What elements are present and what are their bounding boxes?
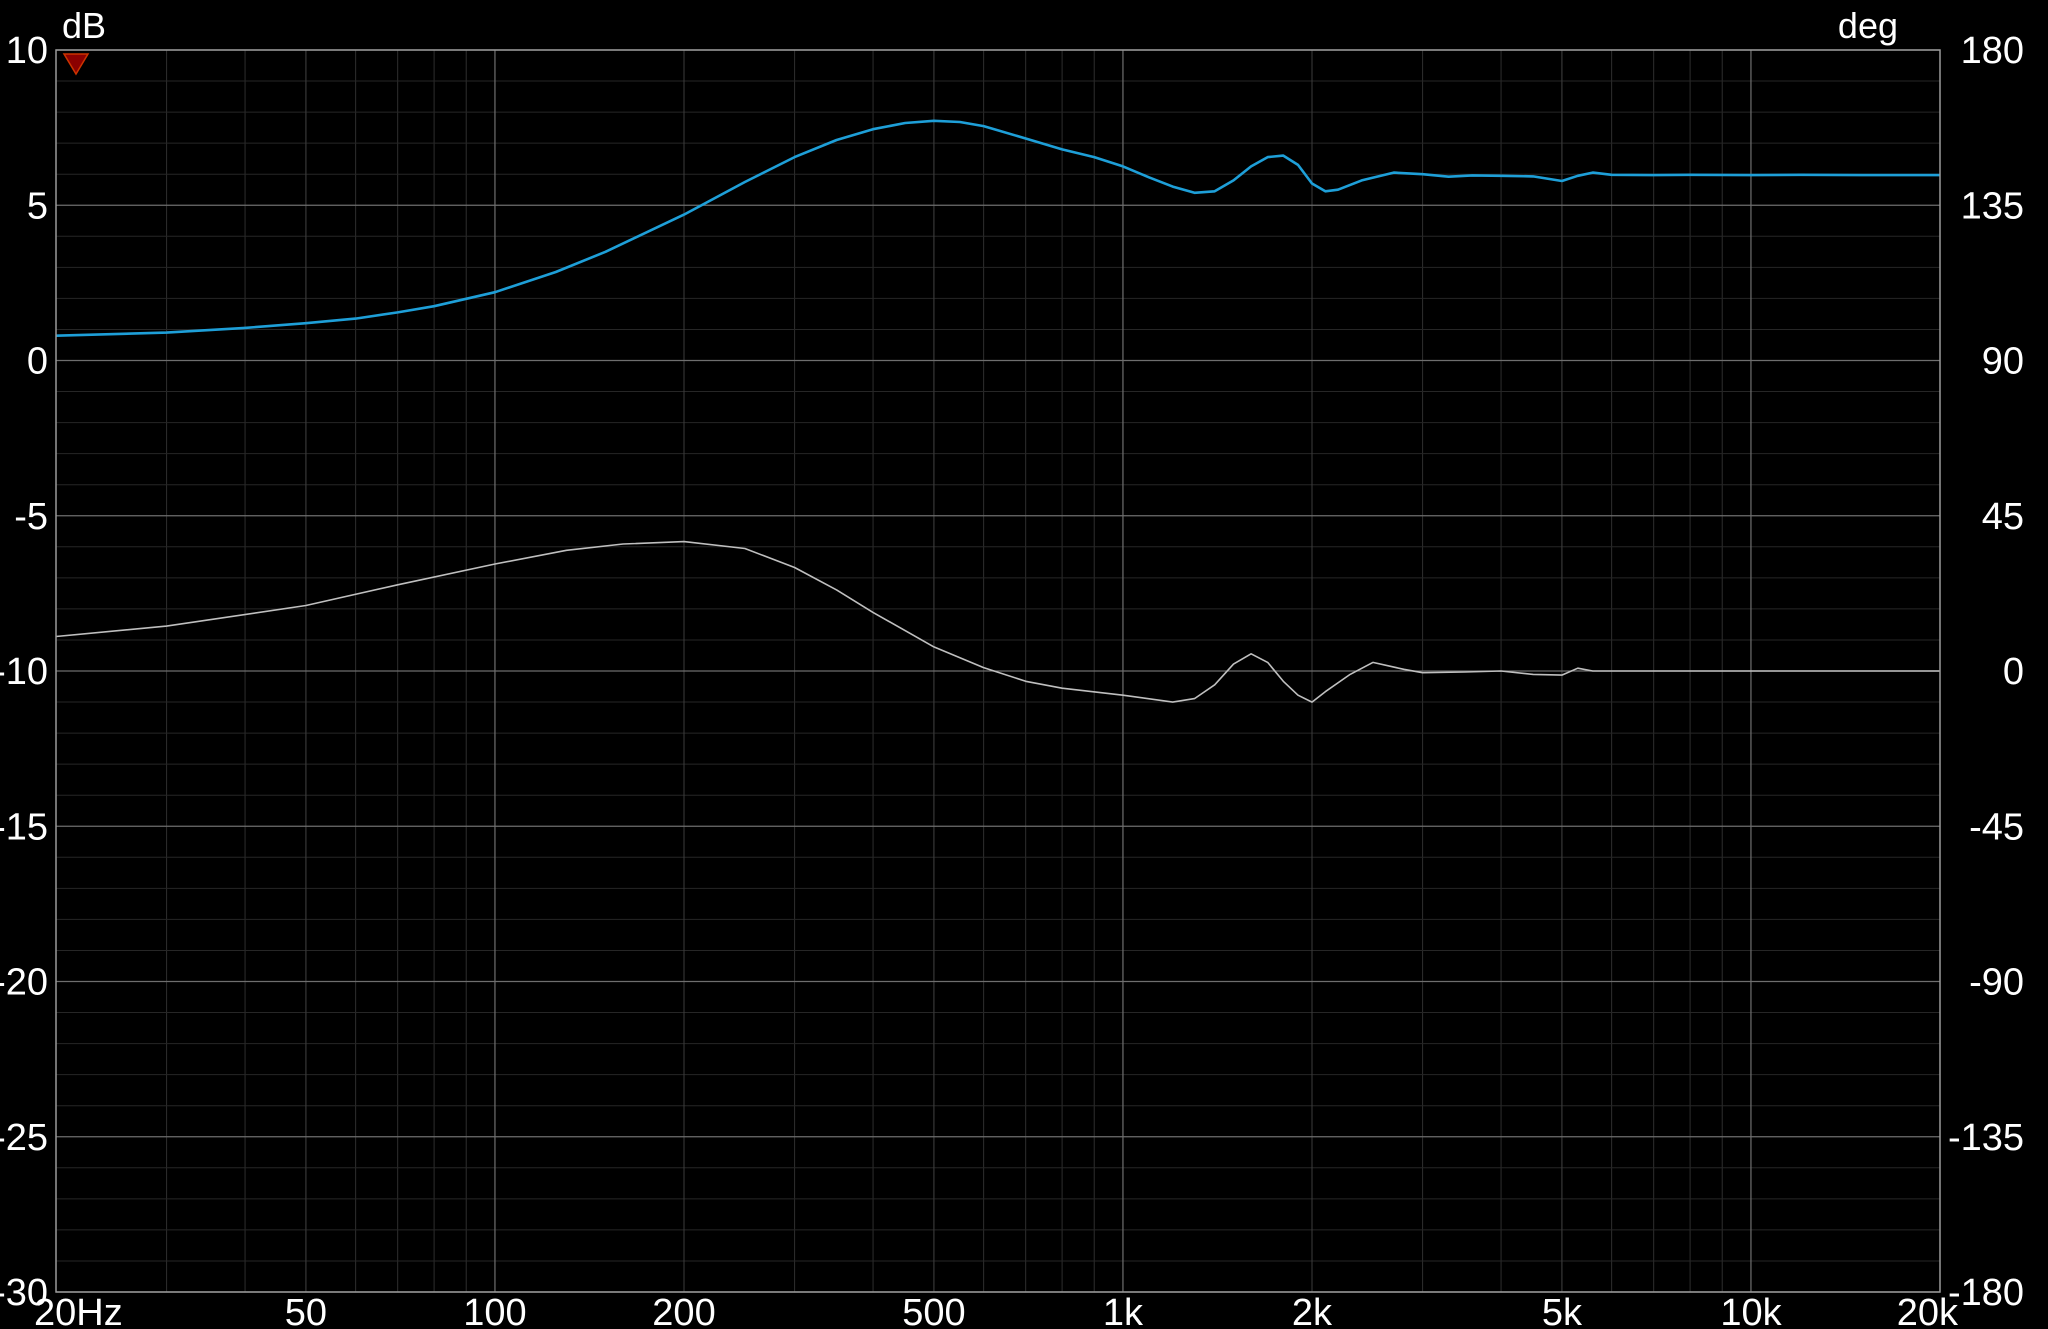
x-tick-label: 5k (1542, 1292, 1583, 1329)
right-y-tick-label: -90 (1969, 962, 2024, 1004)
frequency-response-chart: 1050-5-10-15-20-25-3018013590450-45-90-1… (0, 0, 2048, 1329)
x-tick-label: 20k (1897, 1292, 1959, 1329)
right-y-tick-label: 0 (2003, 651, 2024, 693)
x-tick-label: 20Hz (34, 1292, 123, 1329)
right-y-tick-label: -45 (1969, 806, 2024, 848)
x-tick-label: 100 (463, 1292, 526, 1329)
right-y-tick-label: 45 (1982, 496, 2024, 538)
right-y-tick-label: -135 (1948, 1117, 2024, 1159)
x-tick-label: 10k (1720, 1292, 1782, 1329)
left-y-tick-label: -20 (0, 962, 48, 1004)
x-tick-label: 200 (652, 1292, 715, 1329)
right-y-tick-label: 180 (1961, 30, 2024, 72)
left-y-tick-label: -10 (0, 651, 48, 693)
left-y-tick-label: -25 (0, 1117, 48, 1159)
left-y-tick-label: 10 (6, 30, 48, 72)
left-y-tick-label: 0 (27, 341, 48, 383)
right-y-tick-label: -180 (1948, 1272, 2024, 1314)
x-tick-label: 50 (285, 1292, 327, 1329)
left-y-tick-label: -5 (14, 496, 48, 538)
x-tick-label: 500 (902, 1292, 965, 1329)
x-tick-label: 1k (1103, 1292, 1144, 1329)
right-axis-unit: deg (1838, 5, 1898, 46)
x-tick-label: 2k (1292, 1292, 1333, 1329)
chart-background (0, 0, 2048, 1329)
right-y-tick-label: 135 (1961, 185, 2024, 227)
left-axis-unit: dB (62, 5, 106, 46)
left-y-tick-label: 5 (27, 185, 48, 227)
left-y-tick-label: -15 (0, 806, 48, 848)
right-y-tick-label: 90 (1982, 341, 2024, 383)
